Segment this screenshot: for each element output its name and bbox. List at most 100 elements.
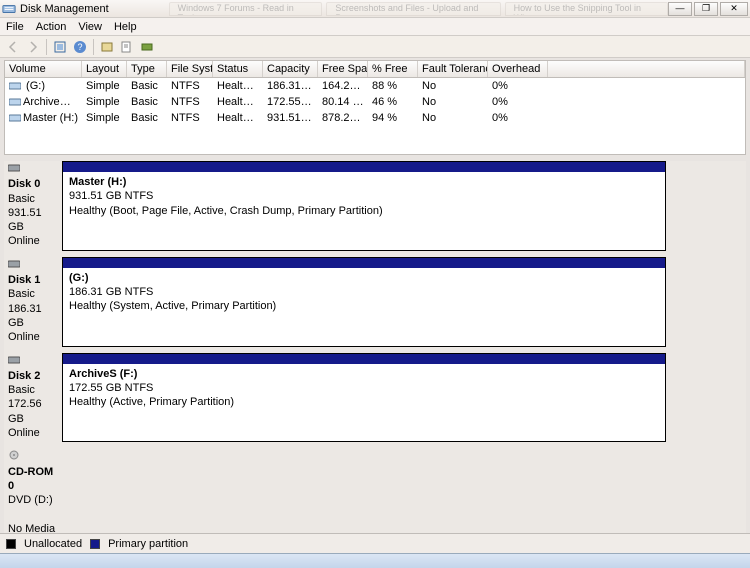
legend: Unallocated Primary partition <box>0 533 750 553</box>
menu-action[interactable]: Action <box>36 21 67 33</box>
forward-button[interactable] <box>24 38 42 56</box>
partition-header <box>63 162 665 172</box>
cdrom-label: CD-ROM 0 DVD (D:) No Media <box>4 448 62 533</box>
col-filesystem[interactable]: File System <box>167 61 213 77</box>
col-pctfree[interactable]: % Free <box>368 61 418 77</box>
disk-type: Basic <box>8 384 35 396</box>
disk-graphic-pane: Disk 0 Basic 931.51 GB Online Master (H:)931… <box>4 161 746 533</box>
menu-help[interactable]: Help <box>114 21 137 33</box>
vol-fs: NTFS <box>167 80 213 92</box>
disk-type: Basic <box>8 193 35 205</box>
partition-header <box>63 354 665 364</box>
menu-bar: File Action View Help <box>0 18 750 36</box>
minimize-button[interactable]: — <box>668 2 692 16</box>
toolbar: ? <box>0 36 750 58</box>
vol-ft: No <box>418 96 488 108</box>
toolbar-separator <box>93 39 94 55</box>
vol-free: 164.29 GB <box>318 80 368 92</box>
vol-ov: 0% <box>488 80 548 92</box>
partition-size: 931.51 GB NTFS <box>69 190 153 202</box>
col-overhead[interactable]: Overhead <box>488 61 548 77</box>
vol-name: Master (H:) <box>23 112 78 124</box>
disk-state: Online <box>8 427 40 439</box>
partition-body: (G:)186.31 GB NTFS Healthy (System, Activ… <box>63 268 665 320</box>
vol-type: Basic <box>127 112 167 124</box>
partition-status: Healthy (System, Active, Primary Partiti… <box>69 300 276 312</box>
close-button[interactable]: ✕ <box>720 2 748 16</box>
partition-title: Master (H:) <box>69 175 659 189</box>
volume-table[interactable]: Volume Layout Type File System Status Ca… <box>4 60 746 155</box>
vol-type: Basic <box>127 80 167 92</box>
col-type[interactable]: Type <box>127 61 167 77</box>
background-tabs: Windows 7 Forums - Read in Topic Screens… <box>169 2 668 16</box>
col-capacity[interactable]: Capacity <box>263 61 318 77</box>
settings-button[interactable] <box>98 38 116 56</box>
disk-title: Disk 1 <box>8 273 58 287</box>
vol-name: (G:) <box>23 80 45 92</box>
disk-label: Disk 1Basic186.31 GBOnline <box>4 257 62 347</box>
vol-layout: Simple <box>82 80 127 92</box>
cdrom-state: No Media <box>8 523 55 533</box>
vol-ft: No <box>418 112 488 124</box>
app-icon <box>2 2 16 16</box>
partition[interactable]: Master (H:)931.51 GB NTFS Healthy (Boot, … <box>62 161 666 251</box>
col-volume[interactable]: Volume <box>5 61 82 77</box>
help-button[interactable]: ? <box>71 38 89 56</box>
title-bar: Disk Management Windows 7 Forums - Read … <box>0 0 750 18</box>
cdrom-row[interactable]: CD-ROM 0 DVD (D:) No Media <box>4 448 746 533</box>
cdrom-icon <box>8 451 20 463</box>
legend-unallocated: Unallocated <box>24 538 82 550</box>
menu-file[interactable]: File <box>6 21 24 33</box>
cdrom-drive: DVD (D:) <box>8 494 53 506</box>
partition-status: Healthy (Active, Primary Partition) <box>69 396 234 408</box>
disk-row[interactable]: Disk 0 Basic 931.51 GB Online Master (H:)931… <box>4 161 746 251</box>
col-status[interactable]: Status <box>213 61 263 77</box>
disk-label: Disk 2Basic172.56 GBOnline <box>4 353 62 443</box>
col-spacer <box>548 61 745 77</box>
col-freespace[interactable]: Free Spa... <box>318 61 368 77</box>
volume-row[interactable]: ArchiveS (F:)SimpleBasicNTFSHealthy (A..… <box>5 94 745 110</box>
vol-ft: No <box>418 80 488 92</box>
col-layout[interactable]: Layout <box>82 61 127 77</box>
volume-table-header[interactable]: Volume Layout Type File System Status Ca… <box>5 61 745 78</box>
vol-status: Healthy (S... <box>213 80 263 92</box>
vol-fs: NTFS <box>167 112 213 124</box>
refresh-button[interactable] <box>51 38 69 56</box>
window-title: Disk Management <box>20 3 109 15</box>
vol-status: Healthy (B... <box>213 112 263 124</box>
action-button[interactable] <box>138 38 156 56</box>
vol-pct: 46 % <box>368 96 418 108</box>
disk-row[interactable]: Disk 1Basic186.31 GBOnline (G:)186.31 GB… <box>4 257 746 347</box>
vol-type: Basic <box>127 96 167 108</box>
maximize-button[interactable]: ❐ <box>694 2 718 16</box>
disk-title: Disk 0 <box>8 177 58 191</box>
taskbar <box>0 553 750 568</box>
disk-state: Online <box>8 235 40 247</box>
menu-view[interactable]: View <box>78 21 102 33</box>
vol-capacity: 172.55 GB <box>263 96 318 108</box>
vol-ov: 0% <box>488 96 548 108</box>
disk-size: 931.51 GB <box>8 207 42 233</box>
vol-fs: NTFS <box>167 96 213 108</box>
cdrom-title: CD-ROM 0 <box>8 465 58 494</box>
swatch-primary <box>90 539 100 549</box>
partition-title: (G:) <box>69 271 659 285</box>
volume-row[interactable]: Master (H:)SimpleBasicNTFSHealthy (B...9… <box>5 110 745 126</box>
partition-size: 186.31 GB NTFS <box>69 286 153 298</box>
volume-row[interactable]: (G:)SimpleBasicNTFSHealthy (S...186.31 G… <box>5 78 745 94</box>
disk-size: 172.56 GB <box>8 398 42 424</box>
disk-row[interactable]: Disk 2Basic172.56 GBOnlineArchiveS (F:)1… <box>4 353 746 443</box>
swatch-unallocated <box>6 539 16 549</box>
partition[interactable]: (G:)186.31 GB NTFS Healthy (System, Activ… <box>62 257 666 347</box>
vol-layout: Simple <box>82 112 127 124</box>
vol-pct: 88 % <box>368 80 418 92</box>
disk-state: Online <box>8 331 40 343</box>
partition[interactable]: ArchiveS (F:)172.55 GB NTFSHealthy (Acti… <box>62 353 666 443</box>
partition-header <box>63 258 665 268</box>
properties-button[interactable] <box>118 38 136 56</box>
back-button[interactable] <box>4 38 22 56</box>
toolbar-separator <box>46 39 47 55</box>
partition-status: Healthy (Boot, Page File, Active, Crash … <box>69 205 383 217</box>
vol-free: 878.24 GB <box>318 112 368 124</box>
col-faulttol[interactable]: Fault Tolerance <box>418 61 488 77</box>
